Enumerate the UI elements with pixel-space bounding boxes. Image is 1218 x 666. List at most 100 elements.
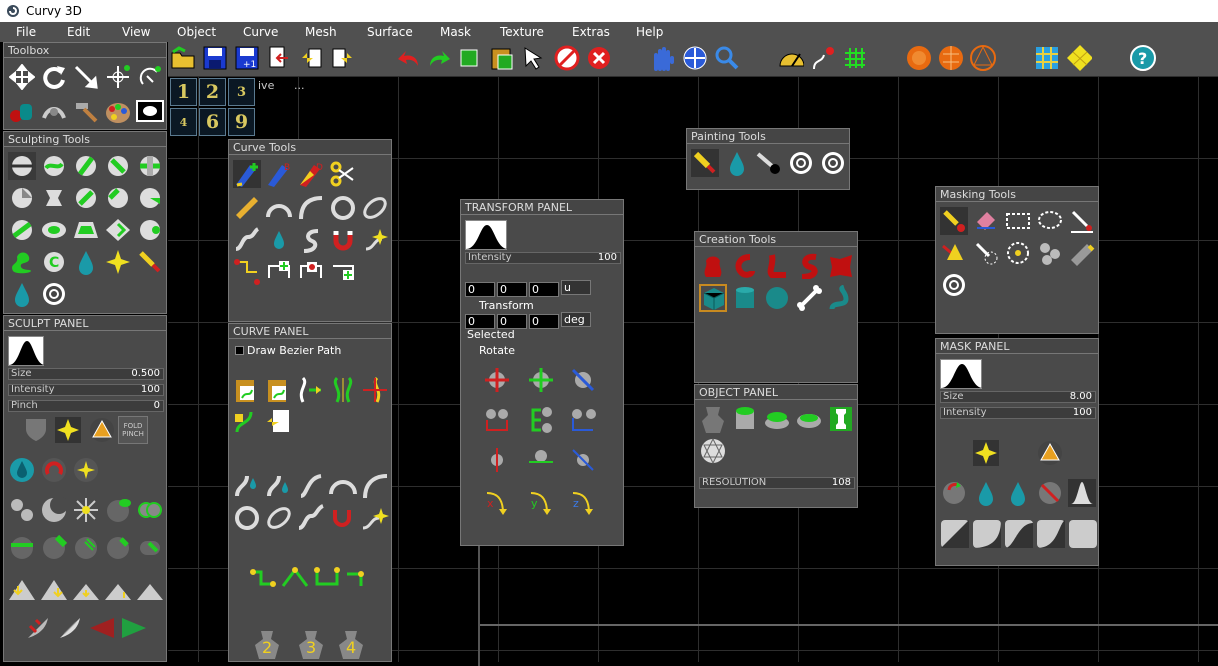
view-button-6[interactable]: 6 xyxy=(199,108,226,136)
falloff-smooth-icon[interactable] xyxy=(1004,519,1034,549)
object-ring-icon[interactable] xyxy=(795,405,823,433)
create-s-shape-icon[interactable] xyxy=(795,252,823,280)
feather-white-icon[interactable] xyxy=(56,614,84,642)
curve-insert-point-icon[interactable] xyxy=(329,258,357,286)
object-disk-icon[interactable] xyxy=(763,405,791,433)
open-folder-icon[interactable] xyxy=(170,45,196,71)
stroke-green-icon[interactable] xyxy=(8,534,36,562)
scale-z-axis-icon[interactable] xyxy=(569,406,597,434)
redo-icon[interactable] xyxy=(426,45,452,71)
translate-z-input[interactable]: 0 xyxy=(529,282,559,297)
mask-grow-sphere-icon[interactable] xyxy=(940,479,968,507)
mirror-curve-icon[interactable] xyxy=(329,376,357,404)
loop-red-icon[interactable] xyxy=(40,456,68,484)
rotate-y-axis-icon[interactable] xyxy=(527,446,555,474)
double-sphere-icon[interactable] xyxy=(136,496,164,524)
mountain-yellow-icon[interactable] xyxy=(8,576,36,604)
cancel-icon[interactable] xyxy=(586,45,612,71)
create-cylinder-icon[interactable] xyxy=(731,284,759,312)
sparkle-sphere-icon[interactable] xyxy=(72,456,100,484)
rotate-y-arrow-icon[interactable]: y xyxy=(527,488,555,516)
falloff-curve[interactable] xyxy=(8,336,45,366)
scale-icon[interactable] xyxy=(72,63,100,91)
clay-brush-icon[interactable]: C xyxy=(40,248,68,276)
object-cylinder-icon[interactable] xyxy=(731,405,759,433)
create-hook-icon[interactable] xyxy=(731,252,759,280)
ruler-icon[interactable] xyxy=(233,194,261,222)
menu-curve[interactable]: Curve xyxy=(243,25,278,39)
quarter-arc-icon[interactable] xyxy=(297,194,325,222)
magnet-icon[interactable] xyxy=(329,226,357,254)
wave-curve-icon[interactable] xyxy=(233,226,261,254)
rotate-unit-field[interactable]: deg xyxy=(561,312,591,327)
mask-drop-icon[interactable] xyxy=(972,479,1000,507)
curve-remove-point-icon[interactable] xyxy=(297,258,325,286)
flatten-plane-icon[interactable] xyxy=(72,216,100,244)
stroke-capsule-icon[interactable] xyxy=(136,534,164,562)
menu-texture[interactable]: Texture xyxy=(500,25,544,39)
curve-bracket-u-icon[interactable] xyxy=(313,564,341,592)
step-2-button[interactable]: 2 xyxy=(253,630,281,659)
pinch-brush-icon[interactable] xyxy=(136,152,164,180)
pen-curve-icon[interactable] xyxy=(810,45,836,71)
drop-mode-icon[interactable] xyxy=(8,456,36,484)
size-slider[interactable]: Size 0.500 xyxy=(8,368,164,380)
translate-y-axis-icon[interactable] xyxy=(527,366,555,394)
erode-brush-icon[interactable] xyxy=(104,184,132,212)
mask-pencil-icon[interactable] xyxy=(1068,239,1096,267)
curve-drop-right-icon[interactable] xyxy=(265,472,293,500)
drop-small-icon[interactable] xyxy=(8,280,36,308)
curve-drop-left-icon[interactable] xyxy=(233,472,261,500)
translate-x-input[interactable]: 0 xyxy=(465,282,495,297)
rotate-icon[interactable] xyxy=(40,63,68,91)
mask-triangle-icon[interactable] xyxy=(1036,439,1064,467)
flatten-brush-icon[interactable] xyxy=(8,152,36,180)
curve-corner-icon[interactable] xyxy=(361,472,389,500)
mask-target-icon[interactable] xyxy=(940,271,968,299)
menu-file[interactable]: File xyxy=(16,25,36,39)
mountain-low-icon[interactable] xyxy=(72,576,100,604)
export-in-icon[interactable] xyxy=(298,45,324,71)
curve-oval-icon[interactable] xyxy=(265,504,293,532)
hand-pan-icon[interactable] xyxy=(650,45,676,71)
triangle-orange-icon[interactable] xyxy=(88,416,116,444)
mask-falloff-curve[interactable] xyxy=(940,359,983,389)
curve-hump-icon[interactable] xyxy=(329,472,357,500)
stroke-bands-icon[interactable] xyxy=(72,534,100,562)
mask-erase-icon[interactable] xyxy=(972,207,1000,235)
bumps-brush-icon[interactable] xyxy=(136,216,164,244)
sparkle-curve-icon[interactable] xyxy=(361,226,389,254)
frame-grid-icon[interactable] xyxy=(1034,45,1060,71)
paint-target-icon[interactable] xyxy=(787,149,815,177)
rotate-x-axis-icon[interactable] xyxy=(483,446,511,474)
view-button-3[interactable]: 3 xyxy=(228,78,255,106)
feather-red-icon[interactable] xyxy=(24,614,52,642)
stroke-cap-icon[interactable] xyxy=(40,534,68,562)
stencil-icon[interactable] xyxy=(8,496,36,524)
object-ghost-icon[interactable] xyxy=(699,405,727,433)
rotate-pivot-icon[interactable] xyxy=(136,63,164,91)
grid-icon[interactable] xyxy=(842,45,868,71)
sphere-mesh-icon[interactable] xyxy=(970,45,996,71)
object-icosphere-icon[interactable] xyxy=(699,437,727,465)
mask-spheres-icon[interactable] xyxy=(1036,239,1064,267)
sphere-green-cap-icon[interactable] xyxy=(104,496,132,524)
move-icon[interactable] xyxy=(8,63,36,91)
render-view-icon[interactable] xyxy=(136,97,164,125)
mountain-small-icon[interactable] xyxy=(104,576,132,604)
intensity-slider[interactable]: Intensity 100 xyxy=(8,384,164,396)
target-icon[interactable] xyxy=(40,280,68,308)
view-button-4[interactable]: 4 xyxy=(170,108,197,136)
view-button-1[interactable]: 1 xyxy=(170,78,197,106)
ellipse-curve-icon[interactable] xyxy=(361,194,389,222)
grab-brush-icon[interactable] xyxy=(72,184,100,212)
curve-bracket-up-icon[interactable] xyxy=(281,564,309,592)
pen-add-icon[interactable] xyxy=(233,160,261,188)
mountain-split-icon[interactable] xyxy=(40,576,68,604)
paint-target-2-icon[interactable] xyxy=(819,149,847,177)
create-blob-icon[interactable] xyxy=(699,252,727,280)
transform-falloff-curve[interactable] xyxy=(465,220,508,250)
menu-object[interactable]: Object xyxy=(177,25,216,39)
curve-sparkle-icon[interactable] xyxy=(361,504,389,532)
curve-red-points-icon[interactable] xyxy=(233,258,261,286)
